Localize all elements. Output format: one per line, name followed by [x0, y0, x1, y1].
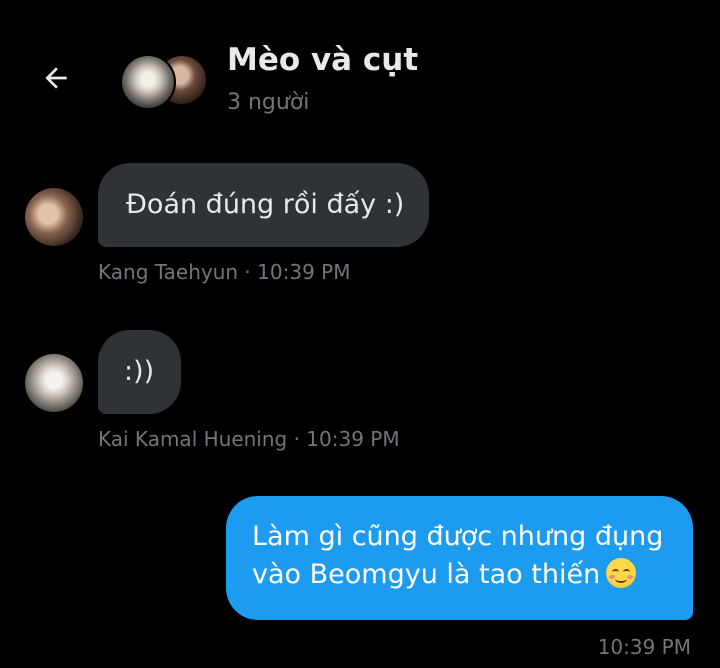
message-bubble[interactable]: :)): [98, 330, 181, 414]
conversation-title[interactable]: Mèo và cụt: [227, 42, 418, 78]
member-count: 3 người: [227, 90, 310, 115]
sender-avatar[interactable]: [25, 354, 83, 412]
message-line: Làm gì cũng được nhưng đụng: [252, 521, 664, 552]
member-avatar: [120, 54, 176, 110]
message-bubble[interactable]: Đoán đúng rồi đấy :): [98, 163, 429, 247]
arrow-left-icon: [45, 67, 67, 89]
message-meta: Kai Kamal Huening · 10:39 PM: [98, 427, 400, 451]
back-button[interactable]: [36, 58, 76, 98]
message-meta: 10:39 PM: [597, 635, 691, 659]
message-bubble-sent[interactable]: Làm gì cũng được nhưng đụng vào Beomgyu …: [226, 496, 693, 620]
message-meta: Kang Taehyun · 10:39 PM: [98, 260, 351, 284]
group-avatar[interactable]: [120, 52, 208, 110]
sender-avatar[interactable]: [25, 188, 83, 246]
message-line: vào Beomgyu là tao thiến: [252, 559, 601, 590]
smiling-face-emoji-icon: [606, 558, 637, 588]
